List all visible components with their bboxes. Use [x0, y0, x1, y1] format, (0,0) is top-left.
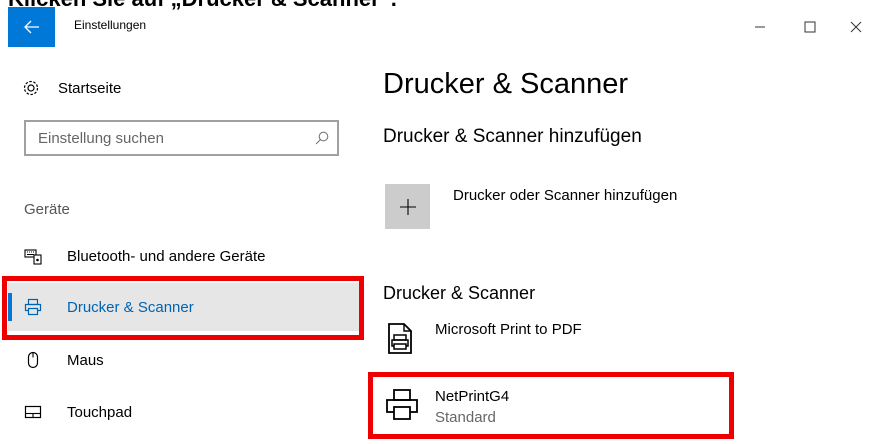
- pdf-printer-icon: [385, 321, 415, 360]
- touchpad-icon: [24, 403, 54, 421]
- back-arrow-icon: [23, 20, 39, 34]
- device-name: Microsoft Print to PDF: [435, 321, 582, 338]
- sidebar-item-label: Maus: [67, 351, 104, 369]
- sidebar-item-bluetooth[interactable]: Bluetooth- und andere Geräte: [8, 232, 360, 280]
- keyboard-icon: [24, 247, 54, 265]
- sidebar-item-label: Drucker & Scanner: [67, 298, 194, 316]
- device-name: NetPrintG4: [435, 388, 510, 405]
- minimize-icon: [755, 26, 765, 28]
- sidebar-item-touchpad[interactable]: Touchpad: [8, 388, 360, 436]
- close-button[interactable]: [836, 13, 872, 41]
- add-device-label[interactable]: Drucker oder Scanner hinzufügen: [453, 187, 677, 204]
- plus-icon: [399, 198, 416, 215]
- minimize-button[interactable]: [740, 13, 780, 41]
- device-item[interactable]: Microsoft Print to PDF: [383, 321, 713, 377]
- section-title-add: Drucker & Scanner hinzufügen: [383, 126, 642, 147]
- device-status: Standard: [435, 409, 496, 426]
- printer-icon: [24, 298, 54, 316]
- add-device-button[interactable]: [385, 184, 430, 229]
- maximize-button[interactable]: [790, 13, 830, 41]
- search-icon[interactable]: [307, 131, 337, 145]
- section-title-devices: Drucker & Scanner: [383, 283, 536, 303]
- selection-indicator: [8, 293, 12, 321]
- page-title: Drucker & Scanner: [383, 68, 628, 100]
- gear-icon: [23, 80, 39, 96]
- back-button[interactable]: [8, 7, 55, 47]
- printer-icon: [385, 388, 419, 427]
- sidebar-item-printers[interactable]: Drucker & Scanner: [8, 283, 360, 331]
- nav-home-label: Startseite: [58, 79, 122, 97]
- close-icon: [850, 21, 862, 33]
- sidebar-item-label: Bluetooth- und andere Geräte: [67, 247, 266, 265]
- mouse-icon: [24, 351, 54, 369]
- window-title: Einstellungen: [74, 18, 147, 32]
- device-item[interactable]: NetPrintG4 Standard: [383, 388, 713, 444]
- title-bar: Einstellungen: [0, 7, 872, 47]
- sidebar-item-label: Touchpad: [67, 403, 133, 421]
- section-label-devices: Geräte: [24, 201, 70, 218]
- maximize-icon: [804, 21, 816, 33]
- search-input[interactable]: [26, 128, 307, 148]
- nav-home[interactable]: Startseite: [22, 76, 121, 100]
- sidebar-item-mouse[interactable]: Maus: [8, 336, 360, 384]
- search-box[interactable]: [24, 120, 339, 156]
